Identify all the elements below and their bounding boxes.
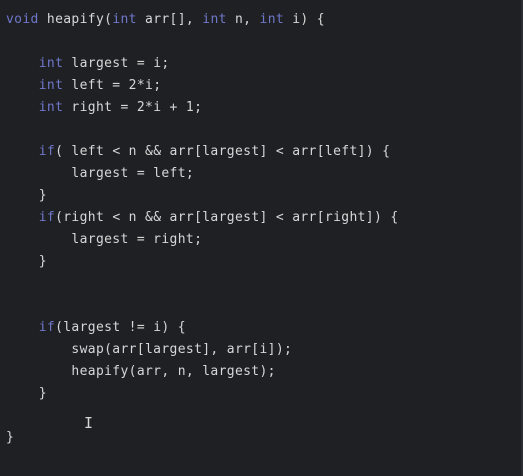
code-keyword: void	[6, 12, 39, 27]
code-text: }	[6, 430, 15, 445]
code-line[interactable]	[6, 295, 399, 317]
code-line[interactable]	[6, 273, 399, 295]
code-keyword: if	[38, 320, 56, 335]
code-text: swap(arr[largest], arr[i]);	[6, 342, 293, 357]
code-text: heapify(	[38, 12, 113, 27]
code-text: right = 2*i + 1;	[63, 100, 203, 115]
code-keyword: int	[38, 78, 64, 93]
code-line[interactable]	[6, 31, 399, 53]
code-text: n,	[226, 12, 260, 27]
code-text: largest = right;	[6, 232, 203, 247]
code-line[interactable]: }	[6, 251, 399, 273]
code-text: left = 2*i;	[63, 78, 162, 93]
code-text: }	[6, 254, 47, 269]
code-line[interactable]: int left = 2*i;	[6, 75, 399, 97]
code-line[interactable]: if(largest != i) {	[6, 317, 399, 339]
code-editor[interactable]: void heapify(int arr[], int n, int i) { …	[0, 0, 523, 476]
code-keyword: int	[38, 56, 64, 71]
code-line[interactable]: swap(arr[largest], arr[i]);	[6, 339, 399, 361]
code-line[interactable]: largest = left;	[6, 163, 399, 185]
code-text: arr[],	[136, 12, 203, 27]
code-line[interactable]: heapify(arr, n, largest);	[6, 361, 399, 383]
code-text: i) {	[284, 12, 325, 27]
code-keyword: int	[259, 12, 285, 27]
code-keyword: int	[202, 12, 227, 27]
code-text: largest = left;	[6, 166, 195, 181]
code-line[interactable]: }	[6, 383, 399, 405]
code-keyword: if	[38, 144, 56, 159]
code-keyword: int	[38, 100, 64, 115]
code-line[interactable]: if(right < n && arr[largest] < arr[right…	[6, 207, 399, 229]
code-text: ( left < n && arr[largest] < arr[left]) …	[55, 144, 391, 159]
code-line[interactable]	[6, 119, 399, 141]
code-line[interactable]: }	[6, 185, 399, 207]
text-cursor-icon: I	[84, 414, 94, 432]
code-text: (largest != i) {	[55, 320, 186, 335]
code-keyword: int	[112, 12, 137, 27]
code-line[interactable]: if( left < n && arr[largest] < arr[left]…	[6, 141, 399, 163]
code-text: (right < n && arr[largest] < arr[right])…	[55, 210, 399, 225]
code-line[interactable]: }	[6, 427, 399, 449]
code-line[interactable]: int largest = i;	[6, 53, 399, 75]
code-line[interactable]: int right = 2*i + 1;	[6, 97, 399, 119]
code-line[interactable]: void heapify(int arr[], int n, int i) {	[6, 9, 399, 31]
code-line[interactable]	[6, 405, 399, 427]
code-text: }	[6, 188, 47, 203]
code-block[interactable]: void heapify(int arr[], int n, int i) { …	[6, 9, 399, 449]
code-line[interactable]: largest = right;	[6, 229, 399, 251]
code-keyword: if	[38, 210, 56, 225]
code-text: largest = i;	[63, 56, 170, 71]
code-text: }	[6, 386, 47, 401]
code-text: heapify(arr, n, largest);	[6, 364, 276, 379]
